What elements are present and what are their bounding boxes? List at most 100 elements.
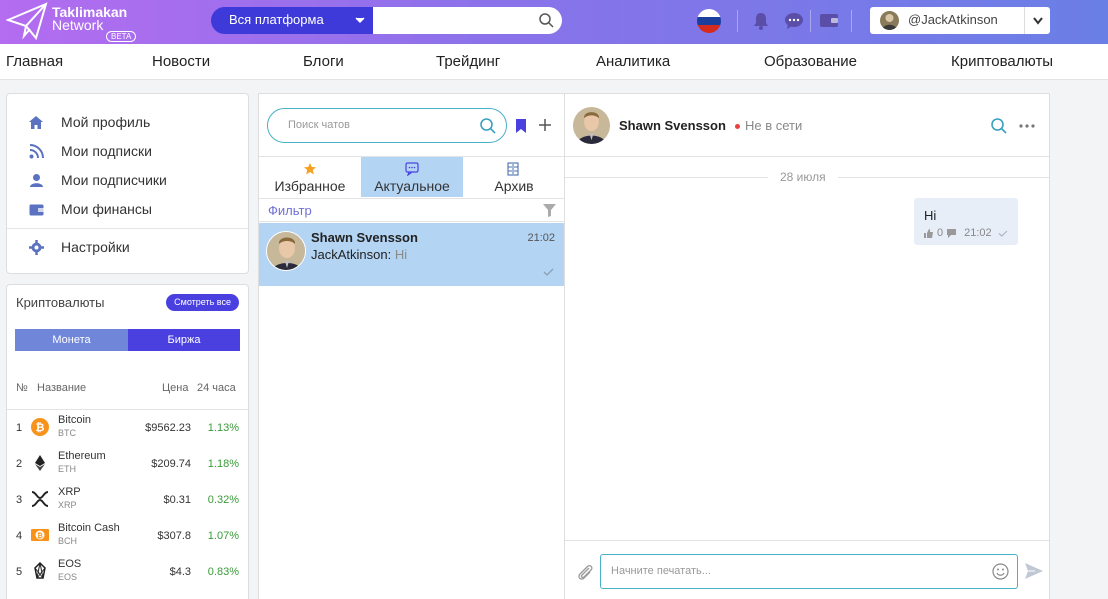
menu-item-label: Мои подписчики: [61, 172, 167, 188]
tab-label: Избранное: [274, 178, 346, 194]
menu-item-label: Мой профиль: [61, 114, 151, 130]
menu-item-label: Настройки: [61, 239, 130, 255]
message-text: Hi: [924, 208, 937, 223]
tab-archive[interactable]: Архив: [463, 157, 565, 197]
chat-list-panel: Поиск чатов Избранное Актуальное Архив Ф…: [258, 93, 565, 599]
chat-search-input[interactable]: Поиск чатов: [267, 108, 507, 143]
more-options-icon[interactable]: [1019, 124, 1035, 128]
chat-preview-message: Hi: [394, 247, 408, 262]
coin-price: $307.8: [157, 530, 191, 542]
crypto-card-title: Криптовалюты: [16, 295, 105, 310]
table-row[interactable]: 3 XRP XRP $0.31 0.32%: [7, 482, 248, 518]
menu-item-subscriptions[interactable]: Мои подписки: [27, 141, 152, 161]
chat-bubble-icon: [405, 162, 419, 176]
message-bubble[interactable]: Hi 0 21:02: [914, 198, 1018, 245]
coin-symbol: ETH: [58, 464, 76, 474]
coin-change: 1.18%: [207, 458, 239, 470]
coin-price: $0.31: [163, 494, 191, 506]
user-menu[interactable]: @JackAtkinson: [870, 7, 1050, 34]
global-search-input[interactable]: [373, 7, 562, 34]
messages-icon[interactable]: [784, 11, 804, 31]
thumbs-up-icon[interactable]: [924, 228, 933, 238]
conversation-header: Shawn Svensson Не в сети: [565, 94, 1049, 157]
nav-item-education[interactable]: Образование: [764, 53, 857, 70]
chat-time: 21:02: [527, 232, 555, 244]
coin-name: EOS: [58, 558, 82, 570]
see-all-button[interactable]: Смотреть все: [166, 294, 239, 311]
chat-preview: JackAtkinson: Hi: [311, 247, 407, 262]
nav-item-crypto[interactable]: Криптовалюты: [951, 53, 1053, 70]
checkmark-icon: [998, 230, 1008, 237]
reply-icon[interactable]: [947, 228, 957, 238]
nav-item-news[interactable]: Новости: [152, 53, 210, 70]
nav-item-home[interactable]: Главная: [6, 53, 63, 70]
svg-text:₿: ₿: [36, 421, 45, 434]
paper-plane-logo-icon: [6, 2, 48, 41]
plus-icon[interactable]: [537, 117, 553, 133]
conversation-contact-name[interactable]: Shawn Svensson: [619, 118, 726, 133]
nav-item-trading[interactable]: Трейдинг: [436, 53, 500, 70]
chat-search-placeholder: Поиск чатов: [288, 119, 351, 131]
search-icon[interactable]: [480, 118, 496, 134]
column-header-change[interactable]: 24 часа: [197, 382, 236, 394]
table-row[interactable]: 1 ₿ Bitcoin BTC $9562.23 1.13%: [7, 410, 248, 446]
filter-bar[interactable]: Фильтр: [259, 198, 565, 222]
tab-actual[interactable]: Актуальное: [361, 157, 463, 197]
nav-item-analytics[interactable]: Аналитика: [596, 53, 670, 70]
coin-name: Bitcoin Cash: [58, 522, 120, 534]
menu-divider: [7, 228, 248, 229]
menu-item-finances[interactable]: Мои финансы: [27, 199, 152, 219]
message-meta: 0 21:02: [924, 227, 1008, 239]
emoji-icon[interactable]: [992, 563, 1009, 580]
platform-select[interactable]: Вся платформа: [211, 7, 373, 34]
coin-symbol: BTC: [58, 428, 76, 438]
menu-item-profile[interactable]: Мой профиль: [27, 112, 150, 132]
nav-item-blogs[interactable]: Блоги: [303, 53, 344, 70]
coin-change: 0.83%: [207, 566, 239, 578]
rss-icon: [27, 142, 45, 160]
header-divider: [851, 10, 852, 32]
offline-status-dot: [735, 124, 740, 129]
paperclip-icon[interactable]: [576, 562, 594, 582]
user-menu-toggle[interactable]: [1024, 7, 1050, 34]
message-time: 21:02: [964, 227, 992, 239]
menu-item-subscribers[interactable]: Мои подписчики: [27, 170, 167, 190]
table-row[interactable]: 5 EOS EOS $4.3 0.83%: [7, 554, 248, 590]
archive-icon: [507, 162, 519, 176]
coin-symbol: XRP: [58, 500, 77, 510]
table-row[interactable]: 4 ₿ Bitcoin Cash BCH $307.8 1.07%: [7, 518, 248, 554]
header-divider: [737, 10, 738, 32]
list-item[interactable]: Shawn Svensson 21:02 JackAtkinson: Hi: [259, 223, 564, 286]
message-input[interactable]: Начните печатать...: [600, 554, 1018, 589]
search-icon[interactable]: [539, 13, 554, 28]
bookmark-icon[interactable]: [515, 119, 527, 133]
gear-icon: [27, 238, 45, 256]
filter-label[interactable]: Фильтр: [268, 203, 312, 218]
coin-name: Ethereum: [58, 450, 106, 462]
column-header-name[interactable]: Название: [37, 382, 86, 394]
russia-flag-icon[interactable]: [697, 9, 721, 33]
avatar[interactable]: [573, 107, 610, 144]
message-input-placeholder: Начните печатать...: [611, 565, 711, 577]
tab-label: Актуальное: [374, 178, 450, 194]
tab-coin[interactable]: Монета: [15, 329, 128, 351]
xrp-icon: [31, 491, 49, 507]
user-name: @JackAtkinson: [908, 12, 998, 27]
bell-icon[interactable]: [752, 11, 770, 31]
send-icon[interactable]: [1025, 563, 1043, 579]
row-rank: 3: [16, 494, 23, 506]
search-icon[interactable]: [991, 118, 1007, 134]
column-header-price[interactable]: Цена: [162, 382, 188, 394]
coin-change: 1.13%: [207, 422, 239, 434]
coin-change: 1.07%: [207, 530, 239, 542]
logo[interactable]: Taklimakan Network BETA: [6, 2, 146, 42]
wallet-icon[interactable]: [819, 11, 839, 29]
svg-text:₿: ₿: [37, 532, 43, 540]
tab-exchange[interactable]: Биржа: [128, 329, 240, 351]
checkmark-icon: [543, 268, 554, 276]
menu-item-settings[interactable]: Настройки: [27, 237, 130, 257]
table-row[interactable]: 2 Ethereum ETH $209.74 1.18%: [7, 446, 248, 482]
header-divider: [810, 10, 811, 32]
filter-icon[interactable]: [543, 204, 556, 217]
tab-favorites[interactable]: Избранное: [259, 157, 361, 197]
